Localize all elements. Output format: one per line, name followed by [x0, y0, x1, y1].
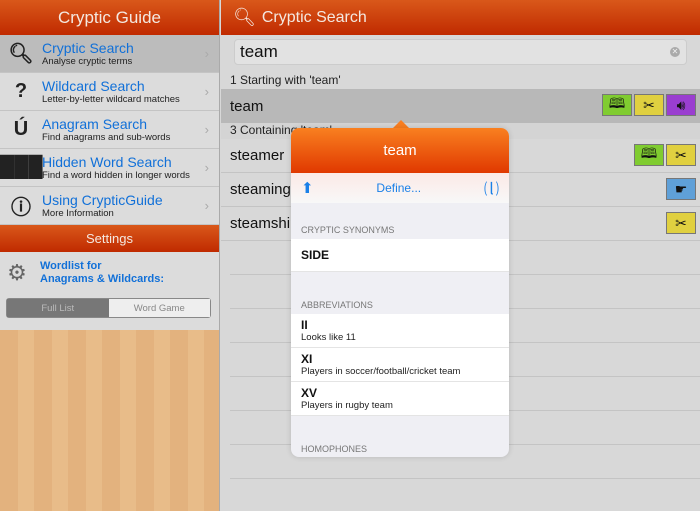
bars-icon: ███	[0, 156, 43, 178]
nav-subtitle: Letter-by-letter wildcard matches	[42, 93, 180, 105]
scissors-icon[interactable]: ✂︎	[634, 94, 664, 116]
category-header: CRYPTIC SYNONYMS	[301, 225, 395, 235]
nav-title: Using CrypticGuide	[42, 191, 163, 208]
segment-full-list[interactable]: Full List	[7, 299, 109, 317]
category-header: HOMOPHONES	[301, 444, 368, 454]
nav-hidden-word-search[interactable]: ███ Hidden Word Search Find a word hidden …	[0, 149, 219, 187]
wordlist-label: Wordlist for	[40, 260, 102, 272]
collapse-up-icon[interactable]: ⒧︎	[484, 178, 499, 199]
abbr-desc: Looks like 11	[301, 332, 356, 343]
chevron-right-icon: ›	[204, 122, 209, 137]
wordlist-segmented-control[interactable]: Full List Word Game	[6, 298, 211, 318]
wordlist-label-2: Anagrams & Wildcards:	[40, 273, 164, 285]
chevron-right-icon: ›	[204, 46, 209, 61]
gear-icon: ⚙	[7, 260, 27, 285]
abbr-desc: Players in rugby team	[301, 400, 393, 411]
sidebar-header: Cryptic Guide	[0, 0, 219, 35]
nav-title: Hidden Word Search	[42, 153, 172, 170]
nav-wildcard-search[interactable]: ? Wildcard Search Letter-by-letter wildcar…	[0, 73, 219, 111]
popover-title: team	[291, 128, 509, 173]
result-word: team	[230, 97, 264, 115]
chevron-right-icon: ›	[204, 160, 209, 175]
chevron-right-icon: ›	[204, 84, 209, 99]
nav-using-crypticguide[interactable]: ⓘ Using CrypticGuide More Information ›	[0, 187, 219, 225]
share-icon[interactable]: ⬆︎	[301, 179, 314, 197]
clear-icon[interactable]: ✕	[670, 47, 680, 57]
abbr-desc: Players in soccer/football/cricket team	[301, 366, 461, 377]
wordlist-setting: ⚙ Wordlist for Anagrams & Wildcards:	[0, 252, 219, 294]
segment-word-game[interactable]: Word Game	[108, 299, 210, 317]
search-icon: 🔍︎	[233, 7, 256, 27]
section-header: 1 Starting with 'team'	[230, 73, 341, 87]
search-input[interactable]: team ✕	[234, 39, 687, 65]
result-row[interactable]: team 🕮︎ ✂︎ 🔊︎	[221, 89, 700, 123]
search-value[interactable]: team	[240, 42, 278, 62]
page-title: Cryptic Search	[261, 8, 367, 26]
search-icon: 🔍︎	[8, 43, 34, 65]
speaker-icon[interactable]: 🔊︎	[666, 94, 696, 116]
book-icon[interactable]: 🕮︎	[602, 94, 632, 116]
nav-title: Anagram Search	[42, 115, 148, 132]
nav-anagram-search[interactable]: Ú Anagram Search Find anagrams and sub-wor…	[0, 111, 219, 149]
abbr-word: II	[301, 318, 308, 332]
abbreviation-item[interactable]: XI Players in soccer/football/cricket tea…	[291, 348, 509, 382]
info-icon: ⓘ	[11, 197, 31, 219]
chevron-right-icon: ›	[204, 198, 209, 213]
pointing-hand-icon[interactable]: ☛	[666, 178, 696, 200]
app-title: Cryptic Guide	[58, 7, 161, 27]
settings-header: Settings	[0, 225, 219, 252]
sidebar: Cryptic Guide 🔍︎ Cryptic Search Analyse cr…	[0, 0, 220, 511]
nav-cryptic-search[interactable]: 🔍︎ Cryptic Search Analyse cryptic terms ›	[0, 35, 219, 73]
definition-popover: team ⬆︎ Define... ⒧︎ CRYPTIC SYNONYMS SI…	[291, 128, 509, 457]
nav-subtitle: Analyse cryptic terms	[42, 55, 133, 67]
category-header: ABBREVIATIONS	[301, 300, 373, 310]
decorative-background	[0, 330, 219, 511]
nav-title: Wildcard Search	[42, 77, 145, 94]
abbr-word: XV	[301, 386, 318, 400]
abbreviation-item[interactable]: II Looks like 11	[291, 314, 509, 348]
nav-subtitle: More Information	[42, 207, 114, 219]
spiral-icon: Ú	[13, 118, 29, 140]
nav-subtitle: Find anagrams and sub-words	[42, 131, 171, 143]
nav-subtitle: Find a word hidden in longer words	[42, 169, 190, 181]
result-word: steaming	[230, 181, 291, 198]
scissors-icon[interactable]: ✂︎	[666, 212, 696, 234]
question-icon: ?	[14, 80, 28, 102]
abbreviation-item[interactable]: XV Players in rugby team	[291, 382, 509, 416]
scissors-icon[interactable]: ✂︎	[666, 144, 696, 166]
result-word: steamer	[230, 147, 285, 164]
book-icon[interactable]: 🕮︎	[634, 144, 664, 166]
nav-title: Cryptic Search	[42, 39, 134, 56]
popover-toolbar: ⬆︎ Define... ⒧︎	[291, 173, 509, 203]
synonym-word: SIDE	[301, 248, 330, 262]
result-word: steamship	[230, 215, 299, 232]
define-button[interactable]: Define...	[376, 181, 421, 195]
main-header: 🔍︎ Cryptic Search	[221, 0, 700, 35]
synonym-item[interactable]: SIDE	[291, 239, 509, 272]
abbr-word: XI	[301, 352, 313, 366]
